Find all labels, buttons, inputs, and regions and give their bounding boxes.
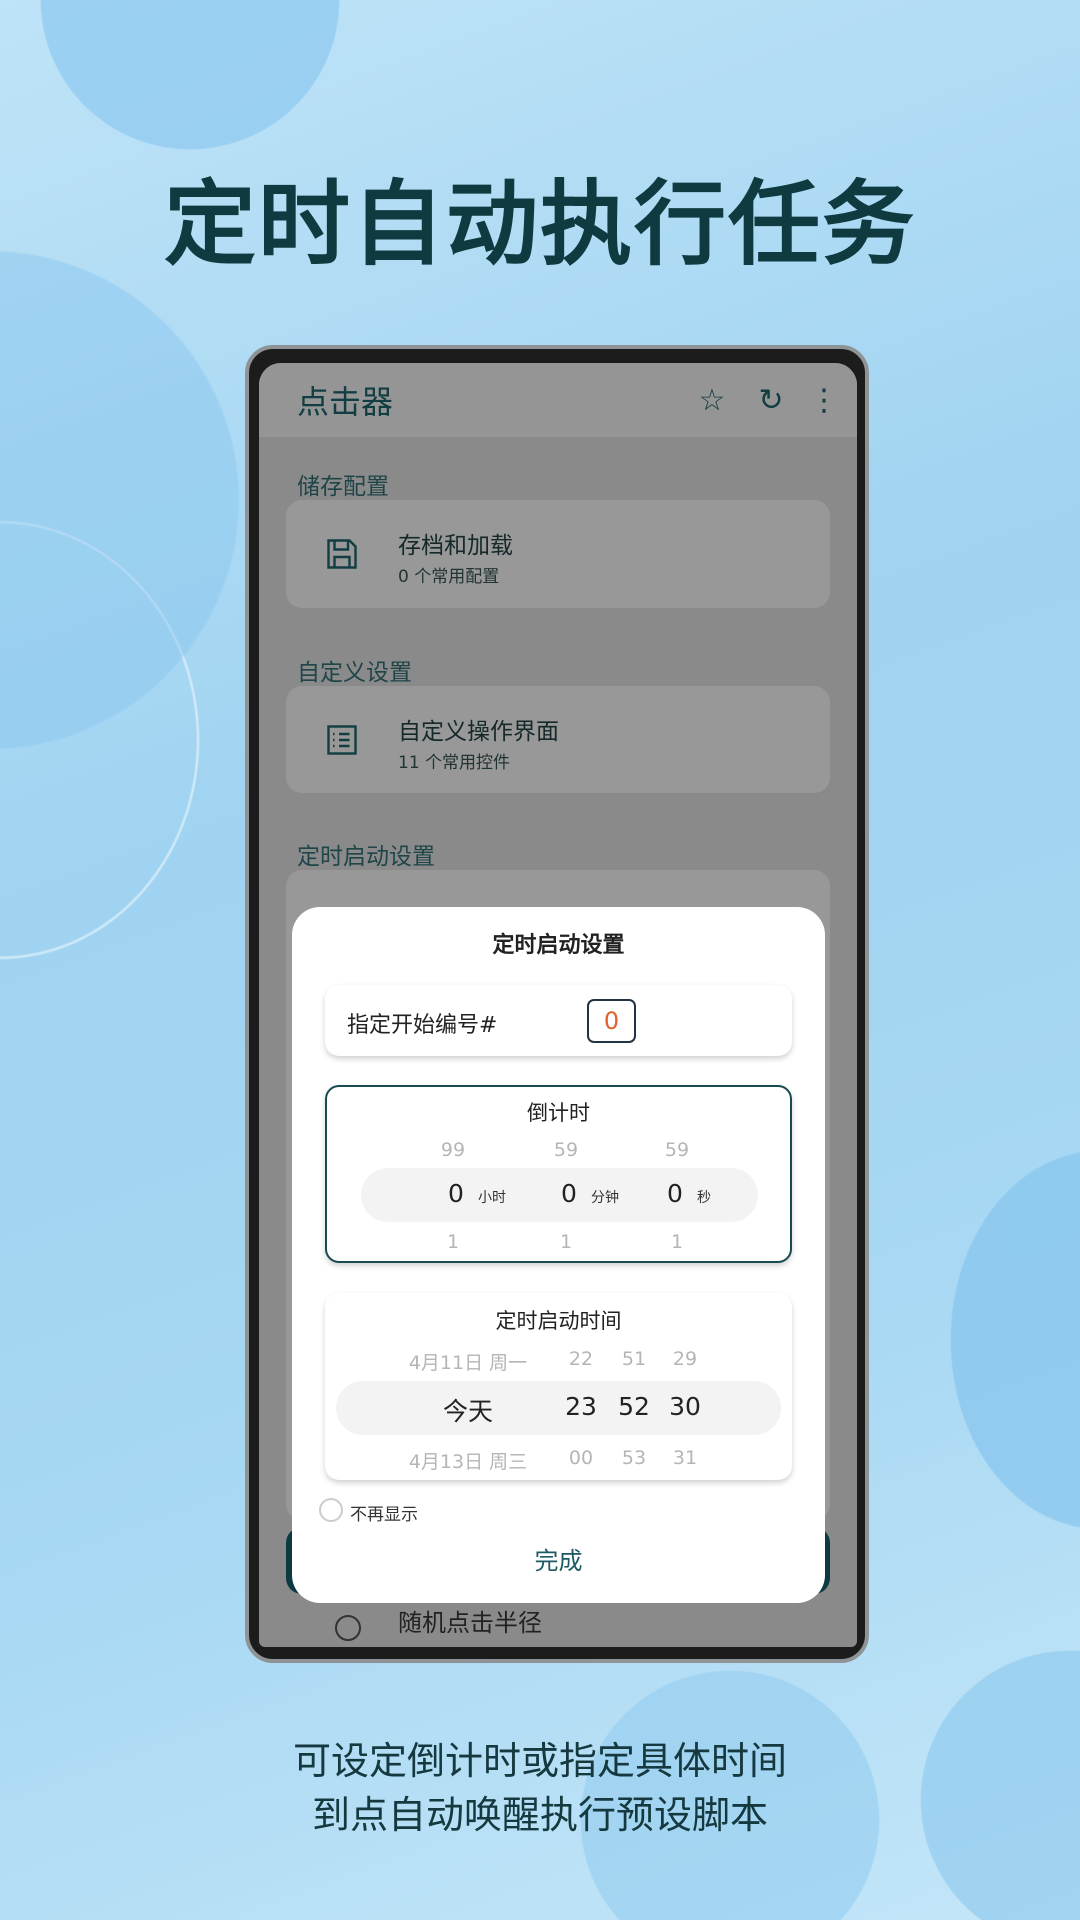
- dont-show-checkbox[interactable]: [319, 1498, 343, 1522]
- radio-icon: [335, 1615, 361, 1641]
- minutes-wheel[interactable]: 0 分钟: [561, 1179, 619, 1208]
- caption-line-2: 到点自动唤醒执行预设脚本: [311, 1793, 768, 1837]
- hour-above: 22: [568, 1348, 594, 1370]
- app-title: 点击器: [297, 383, 394, 421]
- seconds-above: 59: [664, 1139, 690, 1161]
- start-number-input[interactable]: 0: [587, 999, 636, 1043]
- countdown-picker: 倒计时 99 59 59 0 小时 0 分钟 0秒 1 1 1: [325, 1085, 792, 1263]
- more-vert-icon[interactable]: ⋮: [804, 381, 844, 421]
- section-label: 自定义设置: [297, 660, 412, 686]
- save-icon: [327, 539, 357, 569]
- dialog-title: 定时启动设置: [492, 933, 625, 958]
- phone-screen: 点击器 ☆ ↻ ⋮ 储存配置 存档和加载 0 个常用配置 自定义设置 自定义操作…: [259, 363, 857, 1647]
- timer-dialog: 定时启动设置 指定开始编号# 0 倒计时 99 59 59 0 小时 0 分钟 0秒…: [292, 907, 825, 1603]
- seconds-below: 1: [670, 1231, 684, 1253]
- schedule-title: 定时启动时间: [495, 1309, 622, 1333]
- list-icon: [327, 725, 357, 755]
- hour-below: 00: [568, 1447, 594, 1469]
- seconds-unit: 秒: [696, 1190, 711, 1206]
- schedule-selected-row: [336, 1381, 781, 1435]
- minute-above: 51: [621, 1348, 647, 1370]
- minute-below: 53: [621, 1447, 647, 1469]
- refresh-icon[interactable]: ↻: [751, 381, 791, 421]
- second-below: 31: [672, 1447, 698, 1469]
- minutes-above: 59: [553, 1139, 579, 1161]
- minute-wheel[interactable]: 52: [618, 1392, 650, 1421]
- hours-unit: 小时: [477, 1190, 506, 1206]
- schedule-picker: 定时启动时间 4月11日 周一 22 51 29 今天 23 52 30 4月1…: [325, 1293, 792, 1480]
- app-bar: 点击器 ☆ ↻ ⋮: [259, 363, 857, 437]
- hours-value: 0: [448, 1179, 464, 1208]
- card-subtitle: 11 个常用控件: [398, 753, 511, 773]
- seconds-wheel[interactable]: 0秒: [667, 1179, 711, 1208]
- hours-wheel[interactable]: 0 小时: [448, 1179, 506, 1208]
- minutes-below: 1: [559, 1231, 573, 1253]
- save-load-card[interactable]: 存档和加载 0 个常用配置: [286, 500, 830, 608]
- start-number-row: 指定开始编号# 0: [325, 985, 792, 1056]
- star-icon[interactable]: ☆: [692, 381, 732, 421]
- date-above: 4月11日 周一: [408, 1352, 528, 1374]
- card-title: 自定义操作界面: [398, 719, 559, 745]
- date-below: 4月13日 周三: [408, 1451, 528, 1473]
- headline: 定时自动执行任务: [163, 171, 916, 278]
- done-button[interactable]: 完成: [292, 1541, 825, 1576]
- phone-frame: 点击器 ☆ ↻ ⋮ 储存配置 存档和加载 0 个常用配置 自定义设置 自定义操作…: [245, 345, 869, 1663]
- minutes-unit: 分钟: [590, 1190, 619, 1206]
- countdown-title: 倒计时: [527, 1101, 590, 1125]
- custom-ui-card[interactable]: 自定义操作界面 11 个常用控件: [286, 686, 830, 793]
- dont-show-label: 不再显示: [350, 1505, 418, 1525]
- hour-wheel[interactable]: 23: [565, 1392, 597, 1421]
- hours-above: 99: [440, 1139, 466, 1161]
- behind-text: 随机点击半径: [398, 1609, 542, 1637]
- hours-below: 1: [446, 1231, 460, 1253]
- section-label: 定时启动设置: [297, 844, 435, 870]
- start-number-label: 指定开始编号#: [347, 1013, 498, 1038]
- card-title: 存档和加载: [398, 533, 513, 559]
- card-subtitle: 0 个常用配置: [398, 567, 500, 587]
- second-wheel[interactable]: 30: [669, 1392, 701, 1421]
- caption-line-1: 可设定倒计时或指定具体时间: [292, 1739, 787, 1783]
- minutes-value: 0: [561, 1179, 577, 1208]
- second-above: 29: [672, 1348, 698, 1370]
- section-label: 储存配置: [297, 474, 389, 500]
- seconds-value: 0: [667, 1179, 683, 1208]
- date-wheel[interactable]: 今天: [443, 1392, 493, 1428]
